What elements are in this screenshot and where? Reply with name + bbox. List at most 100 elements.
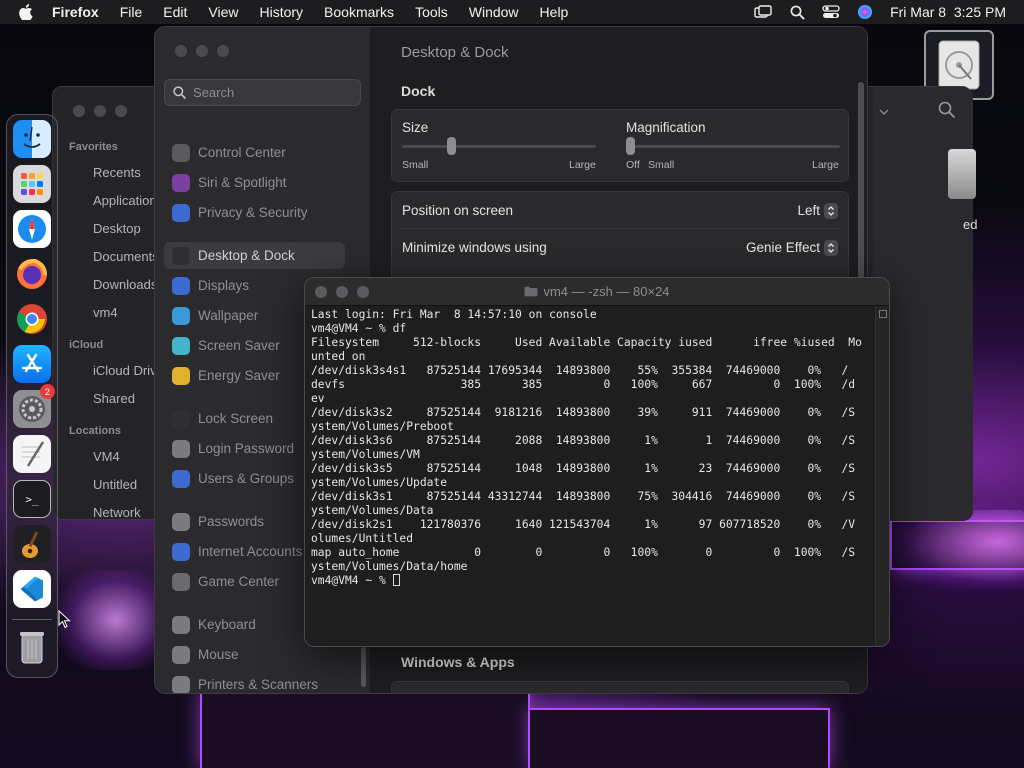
siri-icon[interactable] xyxy=(856,4,874,20)
sidebar-item-siri-spotlight[interactable]: Siri & Spotlight xyxy=(164,169,345,196)
terminal-prompt-line[interactable]: vm4@VM4 ~ % xyxy=(311,574,877,588)
wallpaper-glow xyxy=(58,570,154,670)
updown-chevron-icon xyxy=(824,239,838,256)
launchpad-dock-icon[interactable] xyxy=(13,165,51,203)
magnification-slider-track[interactable] xyxy=(626,145,840,148)
terminal-output[interactable]: Last login: Fri Mar 8 14:57:10 on consol… xyxy=(311,308,877,588)
terminal-line: /dev/disk2s1 121780376 1640 121543704 1%… xyxy=(311,518,856,531)
sidebar-item-vm4[interactable]: vm4 xyxy=(53,299,158,327)
screen-mirroring-icon[interactable] xyxy=(754,4,772,20)
menu-app-name[interactable]: Firefox xyxy=(52,4,99,20)
position-value: Left xyxy=(797,203,820,218)
sidebar-item-label: Login Password xyxy=(198,441,295,456)
terminal-titlebar: vm4 — -zsh — 80×24 xyxy=(305,278,889,306)
finder-dock-icon[interactable] xyxy=(13,120,51,158)
vscode-dock-icon[interactable] xyxy=(13,570,51,608)
zoom-button[interactable] xyxy=(115,105,127,117)
sidebar-item-applications[interactable]: Applications xyxy=(53,187,158,215)
chrome-dock-icon[interactable] xyxy=(13,300,51,338)
main-scrollbar[interactable] xyxy=(858,82,864,282)
sidebar-item-label: Control Center xyxy=(198,145,286,160)
magnification-min-label: Small xyxy=(648,159,675,171)
menu-edit[interactable]: Edit xyxy=(163,4,187,20)
sidebar-item-icloud-drive[interactable]: iCloud Drive xyxy=(53,357,158,385)
sidebar-item-desktop-dock[interactable]: Desktop & Dock xyxy=(164,242,345,269)
sidebar-item-shared[interactable]: Shared xyxy=(53,385,158,413)
menu-view[interactable]: View xyxy=(208,4,238,20)
control-center-icon[interactable] xyxy=(822,4,840,20)
trash-dock-icon[interactable] xyxy=(13,628,51,666)
users-icon xyxy=(172,469,190,488)
garageband-dock-icon[interactable] xyxy=(13,525,51,563)
terminal-line: vm4@VM4 ~ % df xyxy=(311,322,407,335)
terminal-window: vm4 — -zsh — 80×24 Last login: Fri Mar 8… xyxy=(304,277,890,647)
size-max-label: Large xyxy=(569,159,596,171)
sidebar-item-privacy-security[interactable]: Privacy & Security xyxy=(164,199,345,226)
dock-separator xyxy=(12,619,52,620)
textedit-dock-icon[interactable] xyxy=(13,435,51,473)
sidebar-item-untitled[interactable]: Untitled xyxy=(53,471,158,499)
sidebar-scrollbar[interactable] xyxy=(361,647,366,687)
sidebar-item-recents[interactable]: Recents xyxy=(53,159,158,187)
wallpaper-glow-bar xyxy=(530,708,830,768)
menu-window[interactable]: Window xyxy=(469,4,519,20)
sidebar-item-documents[interactable]: Documents xyxy=(53,243,158,271)
magnification-max-label: Large xyxy=(812,159,839,171)
menu-clock[interactable]: Fri Mar 8 3:25 PM xyxy=(890,4,1006,20)
search-icon[interactable] xyxy=(938,101,955,123)
terminal-dock-icon[interactable]: >_ xyxy=(13,480,51,518)
sidebar-item-label: Lock Screen xyxy=(198,411,274,426)
terminal-prompt: vm4@VM4 ~ % xyxy=(311,574,393,587)
apple-menu-icon[interactable] xyxy=(18,4,34,20)
mouse-pointer-icon xyxy=(58,610,71,629)
settings-search-field[interactable] xyxy=(164,79,361,106)
chevron-down-icon[interactable] xyxy=(879,103,889,121)
sidebar-item-label: Users & Groups xyxy=(198,471,295,486)
size-slider-track[interactable] xyxy=(402,145,596,148)
search-input[interactable] xyxy=(193,85,353,100)
sidebar-item-network[interactable]: Network xyxy=(53,499,158,527)
siri-icon xyxy=(172,173,190,192)
size-slider-knob[interactable] xyxy=(446,137,456,155)
terminal-line: /dev/disk3s4s1 87525144 17695344 1489380… xyxy=(311,364,849,377)
terminal-line: olumes/Untitled xyxy=(311,532,414,545)
terminal-line: ystem/Volumes/Data/home xyxy=(311,560,468,573)
windows-apps-heading: Windows & Apps xyxy=(401,654,515,670)
system-settings-dock-icon[interactable]: 2 xyxy=(13,384,55,428)
close-button[interactable] xyxy=(175,45,187,57)
settings-window-controls xyxy=(175,45,229,57)
external-drive-icon[interactable] xyxy=(948,149,976,199)
menu-history[interactable]: History xyxy=(259,4,303,20)
spotlight-search-icon[interactable] xyxy=(788,4,806,20)
close-button[interactable] xyxy=(73,105,85,117)
firefox-dock-icon[interactable] xyxy=(13,255,51,293)
menu-file[interactable]: File xyxy=(120,4,143,20)
position-popup[interactable]: Left xyxy=(797,202,838,219)
minimize-button[interactable] xyxy=(196,45,208,57)
password-key-icon xyxy=(172,512,190,531)
scroll-thumb[interactable] xyxy=(879,310,887,318)
sidebar-item-vm4-volume[interactable]: VM4 xyxy=(53,443,158,471)
menu-bookmarks[interactable]: Bookmarks xyxy=(324,4,394,20)
app-store-dock-icon[interactable] xyxy=(13,345,51,383)
menu-bar: Firefox File Edit View History Bookmarks… xyxy=(0,0,1024,24)
search-icon xyxy=(173,86,186,99)
safari-dock-icon[interactable] xyxy=(13,210,51,248)
drive-label[interactable]: ed xyxy=(963,217,977,232)
magnification-slider-knob[interactable] xyxy=(626,137,635,155)
minimize-label: Minimize windows using xyxy=(402,240,547,255)
zoom-button[interactable] xyxy=(217,45,229,57)
minimize-button[interactable] xyxy=(94,105,106,117)
menu-help[interactable]: Help xyxy=(540,4,569,20)
sidebar-item-printers-scanners[interactable]: Printers & Scanners xyxy=(164,671,345,693)
terminal-title: vm4 — -zsh — 80×24 xyxy=(305,284,889,299)
game-center-icon xyxy=(172,572,190,591)
minimize-popup[interactable]: Genie Effect xyxy=(746,239,838,256)
terminal-scrollbar[interactable] xyxy=(875,306,889,646)
sidebar-item-downloads[interactable]: Downloads xyxy=(53,271,158,299)
menu-tools[interactable]: Tools xyxy=(415,4,448,20)
sidebar-item-desktop[interactable]: Desktop xyxy=(53,215,158,243)
sidebar-item-control-center[interactable]: Control Center xyxy=(164,139,345,166)
sidebar-section-locations: Locations xyxy=(69,425,121,437)
notification-badge: 2 xyxy=(40,384,55,399)
